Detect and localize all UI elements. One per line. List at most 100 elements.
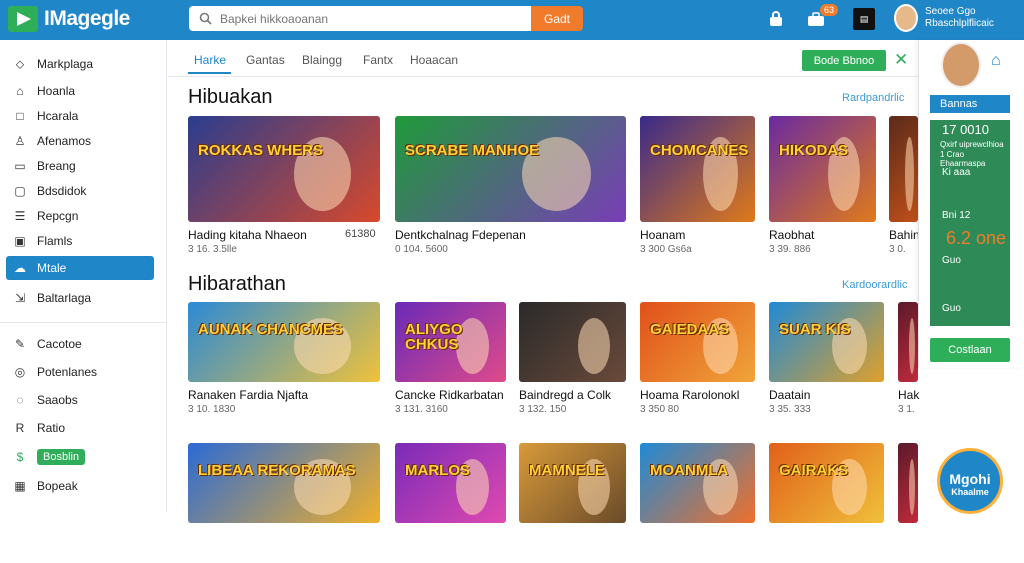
- game-card[interactable]: HIKODAS Raobhat 3 39. 886: [769, 116, 876, 262]
- game-title[interactable]: Dentkchalnag Fdepenan: [395, 228, 526, 242]
- sidebar-item-0[interactable]: ⬦ Markplaga: [6, 52, 154, 76]
- sidebar-lower-item-4[interactable]: $ Bosblin: [6, 445, 154, 469]
- sidebar-item-8[interactable]: ☁ Mtale: [6, 256, 154, 280]
- game-title[interactable]: Hading kitaha Nhaeon: [188, 228, 307, 242]
- sidebar-item-9[interactable]: ⇲ Baltarlaga: [6, 286, 154, 310]
- section-link-1[interactable]: Kardoorardlic: [842, 279, 907, 291]
- tab-4[interactable]: Hoaacan: [410, 53, 458, 67]
- game-art-title: CHOMCANES: [650, 141, 749, 159]
- game-thumbnail[interactable]: MARLOS: [395, 443, 506, 523]
- game-card[interactable]: ALIYGO CHKUS Cancke Ridkarbatan 3 131. 316…: [395, 302, 506, 422]
- user-icon: ♙: [14, 134, 26, 148]
- game-art-title: HIKODAS: [779, 141, 849, 159]
- floating-badge[interactable]: Mgohi Khaalme: [937, 448, 1003, 514]
- game-card[interactable]: MOANMLA: [640, 443, 755, 563]
- sidebar-lower-item-1[interactable]: ◎ Potenlanes: [6, 360, 154, 384]
- game-thumbnail[interactable]: GAIRAKS: [769, 443, 884, 523]
- sidebar-item-label: Baltarlaga: [37, 291, 92, 305]
- game-art-title: SUAR KIS: [779, 321, 851, 338]
- game-thumbnail[interactable]: [898, 443, 918, 523]
- sidebar-item-6[interactable]: ☰ Repcgn: [6, 204, 154, 228]
- game-thumbnail[interactable]: ALIYGO CHKUS: [395, 302, 506, 382]
- square-icon: □: [16, 109, 24, 123]
- game-card[interactable]: SCRABE MANHOE Dentkchalnag Fdepenan 0 104.…: [395, 116, 626, 262]
- header-action-button[interactable]: Bode Bbnoo: [802, 50, 886, 71]
- tab-0[interactable]: Harke: [194, 53, 226, 67]
- sidebar-item-3[interactable]: ♙ Afenamos: [6, 129, 154, 153]
- sidebar-lower-item-3[interactable]: R Ratio: [6, 416, 154, 440]
- menu-icon[interactable]: ▤: [853, 8, 875, 30]
- game-card[interactable]: GAIEDAAS Hoama Rarolonokl 3 350 80: [640, 302, 755, 422]
- game-art-title: MOANMLA: [650, 462, 729, 479]
- game-card[interactable]: MAMNELE: [519, 443, 626, 563]
- game-thumbnail[interactable]: CHOMCANES: [640, 116, 755, 222]
- game-card[interactable]: [898, 443, 918, 563]
- user-name[interactable]: Seoee Ggo Rbaschlplflicaic: [925, 6, 1020, 30]
- sidebar-item-4[interactable]: ▭ Breang: [6, 154, 154, 178]
- avatar[interactable]: [894, 4, 918, 32]
- game-title[interactable]: Bahin: [889, 228, 920, 242]
- stats-card: 17 0010 Qxirf uiprewclhioa 1 Crao Ehaarm…: [930, 120, 1010, 326]
- sidebar-lower-item-0[interactable]: ✎ Cacotoe: [6, 332, 154, 356]
- cloud-icon: ☁: [14, 261, 26, 275]
- game-card[interactable]: AUNAK CHANCMES Ranaken Fardia Njafta 3 10.…: [188, 302, 380, 422]
- game-card[interactable]: Baindregd a Colk 3 132. 150: [519, 302, 626, 422]
- game-title[interactable]: Hak: [898, 388, 919, 402]
- app-logo[interactable]: IMagegle: [8, 6, 130, 32]
- game-title[interactable]: Cancke Ridkarbatan: [395, 388, 504, 402]
- stat-row-3: Guo: [942, 255, 961, 266]
- game-title[interactable]: Hoanam: [640, 228, 685, 242]
- tab-3[interactable]: Fantx: [363, 53, 393, 67]
- game-card[interactable]: LIBEAA REKORAMAS: [188, 443, 380, 563]
- game-thumbnail[interactable]: [519, 302, 626, 382]
- game-title[interactable]: Baindregd a Colk: [519, 388, 611, 402]
- stat-row-4: Guo: [942, 303, 961, 314]
- game-thumbnail[interactable]: MAMNELE: [519, 443, 626, 523]
- game-thumbnail[interactable]: LIBEAA REKORAMAS: [188, 443, 380, 523]
- game-thumbnail[interactable]: AUNAK CHANCMES: [188, 302, 380, 382]
- game-title[interactable]: Raobhat: [769, 228, 814, 242]
- game-title[interactable]: Daatain: [769, 388, 810, 402]
- tabs-divider: [168, 76, 918, 77]
- tab-2[interactable]: Blaingg: [302, 53, 342, 67]
- sidebar-item-2[interactable]: □ Hcarala: [6, 104, 154, 128]
- search-button[interactable]: Gadt: [531, 6, 583, 31]
- sidebar-item-7[interactable]: ▣ Flamls: [6, 229, 154, 253]
- sidebar-item-label: Afenamos: [37, 134, 92, 148]
- sidebar-item-1[interactable]: ⌂ Hoanla: [6, 79, 154, 103]
- game-card[interactable]: MARLOS: [395, 443, 506, 563]
- game-card[interactable]: CHOMCANES Hoanam 3 300 Gs6a: [640, 116, 755, 262]
- game-meta: 3 132. 150: [519, 404, 567, 415]
- sidebar-item-5[interactable]: ▢ Bdsdidok: [6, 179, 154, 203]
- section-link-0[interactable]: Rardpandrlic: [842, 92, 904, 104]
- close-icon[interactable]: ✕: [894, 50, 908, 70]
- game-title[interactable]: Ranaken Fardia Njafta: [188, 388, 308, 402]
- game-card[interactable]: Hak 3 1.: [898, 302, 919, 422]
- continue-button[interactable]: Costlaan: [930, 338, 1010, 362]
- game-card[interactable]: GAIRAKS: [769, 443, 884, 563]
- game-thumbnail[interactable]: HIKODAS: [769, 116, 876, 222]
- home-icon[interactable]: ⌂: [991, 52, 1001, 70]
- sidebar-item-label: Bosblin: [37, 449, 86, 465]
- game-thumbnail[interactable]: MOANMLA: [640, 443, 755, 523]
- sidebar: ⬦ Markplaga ⌂ Hoanla □ Hcarala ♙ Afenamos ▭ B…: [0, 40, 167, 512]
- profile-avatar[interactable]: [941, 42, 981, 88]
- tab-1[interactable]: Gantas: [246, 53, 285, 67]
- game-thumbnail[interactable]: SUAR KIS: [769, 302, 884, 382]
- search-input[interactable]: [220, 11, 520, 26]
- game-card[interactable]: ROKKAS WHERS Hading kitaha Nhaeon 3 16. 3.…: [188, 116, 380, 262]
- game-thumbnail[interactable]: GAIEDAAS: [640, 302, 755, 382]
- sidebar-divider: [0, 322, 167, 323]
- game-thumbnail[interactable]: [898, 302, 918, 382]
- game-card[interactable]: Bahin 3 0.: [889, 116, 920, 262]
- game-thumbnail[interactable]: [889, 116, 918, 222]
- game-card[interactable]: SUAR KIS Daatain 3 35. 333: [769, 302, 884, 422]
- lock-icon[interactable]: [765, 8, 787, 30]
- sidebar-lower-item-2[interactable]: ◌ Saaobs: [6, 388, 154, 412]
- search-box[interactable]: [189, 6, 531, 31]
- game-art-title: ALIYGO CHKUS: [405, 321, 463, 353]
- sidebar-lower-item-5[interactable]: ▦ Bopeak: [6, 474, 154, 498]
- game-thumbnail[interactable]: ROKKAS WHERS: [188, 116, 380, 222]
- game-thumbnail[interactable]: SCRABE MANHOE: [395, 116, 626, 222]
- game-title[interactable]: Hoama Rarolonokl: [640, 388, 739, 402]
